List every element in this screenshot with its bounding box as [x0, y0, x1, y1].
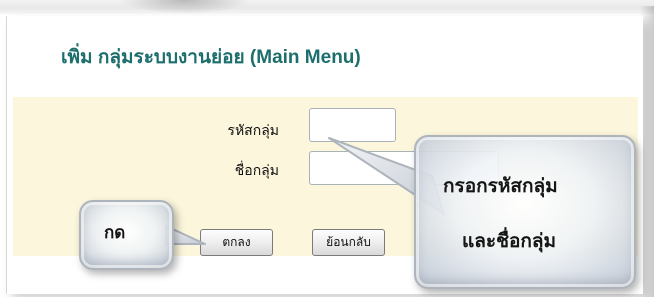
window-top-strip [0, 0, 654, 14]
group-name-label: ชื่อกลุ่ม [234, 162, 279, 178]
group-code-label: รหัสกลุ่ม [227, 122, 279, 138]
ok-button[interactable]: ตกลง [200, 229, 273, 256]
group-code-input[interactable] [309, 108, 396, 142]
back-button[interactable]: ย้อนกลับ [312, 229, 385, 256]
press-callout [79, 200, 174, 270]
fill-in-callout [414, 135, 636, 289]
fill-in-callout-line2: และชื่อกลุ่ม [462, 231, 557, 252]
fill-in-callout-line1: กรอกรหัสกลุ่ม [443, 176, 558, 197]
press-callout-text: กด [104, 223, 126, 242]
page-title: เพิ่ม กลุ่มระบบงานย่อย (Main Menu) [61, 47, 361, 68]
